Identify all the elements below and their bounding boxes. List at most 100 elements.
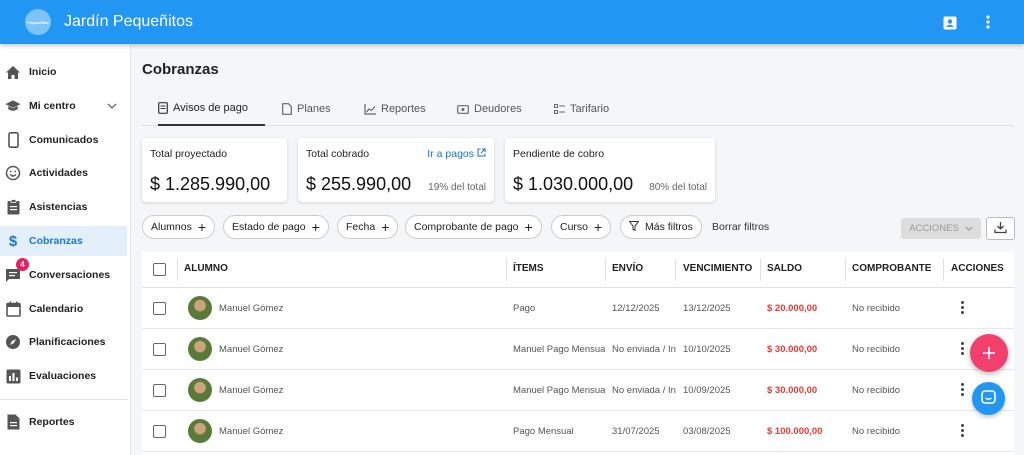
header-saldo[interactable]: SALDO	[767, 263, 802, 274]
header-envio[interactable]: ENVÍO	[612, 263, 643, 274]
download-icon	[994, 221, 1007, 237]
actions-label: ACCIONES	[909, 223, 959, 234]
row-checkbox[interactable]	[153, 425, 166, 438]
cell-student: Manuel Gómez	[219, 344, 284, 355]
cell-balance: $ 100.000,00	[767, 426, 823, 437]
clear-filters-button[interactable]: Borrar filtros	[712, 221, 769, 233]
ir-a-pagos-link[interactable]: Ir a pagos	[427, 148, 486, 160]
cell-due: 13/12/2025	[683, 303, 731, 314]
download-button[interactable]	[986, 217, 1015, 240]
more-filters-button[interactable]: Más filtros	[620, 215, 702, 239]
cell-receipt: No recibido	[852, 344, 901, 355]
row-more-icon[interactable]	[961, 342, 965, 355]
sidebar-item-label: Calendario	[29, 303, 84, 315]
money-icon	[457, 104, 469, 114]
sidebar-item-actividades[interactable]: Actividades	[0, 158, 127, 188]
contact-card-icon[interactable]	[942, 14, 958, 30]
tab-tarifario[interactable]: Tarifario	[554, 92, 609, 126]
sidebar-item-label: Conversaciones	[29, 269, 111, 281]
sidebar-item-calendario[interactable]: Calendario	[0, 294, 127, 324]
tab-avisos-de-pago[interactable]: Avisos de pago	[158, 92, 266, 126]
cell-receipt: No recibido	[852, 385, 901, 396]
sidebar-item-cobranzas[interactable]: $ Cobranzas	[0, 226, 127, 256]
card-pendiente-de-cobro: Pendiente de cobro $ 1.030.000,00 80% de…	[505, 138, 715, 202]
sidebar-item-inicio[interactable]: Inicio	[0, 57, 127, 87]
cell-items: Manuel Pago Mensual	[513, 344, 605, 355]
card-total-proyectado: Total proyectado $ 1.285.990,00	[142, 138, 287, 202]
tab-label: Tarifario	[570, 103, 610, 115]
sidebar-item-asistencias[interactable]: Asistencias	[0, 192, 127, 222]
row-checkbox[interactable]	[153, 302, 166, 315]
external-link-icon	[477, 148, 486, 160]
school-logo[interactable]: Pequeñitos	[25, 9, 51, 35]
table-row[interactable]: Manuel Gómez Pago Mensual 31/07/2025 03/…	[142, 411, 1014, 452]
cell-due: 10/09/2025	[683, 385, 731, 396]
cell-receipt: No recibido	[852, 303, 901, 314]
sidebar-item-comunicados[interactable]: Comunicados	[0, 125, 127, 155]
table-header: ALUMNO ÍTEMS ENVÍO VENCIMIENTO SALDO COM…	[142, 251, 1014, 288]
document-icon	[158, 102, 168, 114]
add-fab-button[interactable]	[970, 334, 1008, 372]
chip-label: Curso	[560, 221, 589, 233]
row-checkbox[interactable]	[153, 343, 166, 356]
filter-chip-alumnos[interactable]: Alumnos +	[142, 215, 216, 239]
table-row[interactable]: Manuel Gómez Pago 12/12/2025 13/12/2025 …	[142, 288, 1014, 329]
dollar-icon: $	[5, 233, 21, 249]
tabs-bar: Avisos de pago Planes Reportes Deudores …	[142, 92, 1014, 126]
filter-chip-estado-de-pago[interactable]: Estado de pago +	[223, 215, 329, 239]
header-items[interactable]: ÍTEMS	[513, 263, 544, 274]
card-label: Total proyectado	[150, 148, 228, 160]
cell-items: Manuel Pago Mensual	[513, 385, 605, 396]
logo-text: Pequeñitos	[27, 19, 49, 25]
actions-dropdown[interactable]: ACCIONES	[901, 218, 981, 239]
sidebar-item-reportes[interactable]: Reportes	[0, 407, 127, 437]
row-checkbox[interactable]	[153, 384, 166, 397]
chevron-down-icon[interactable]	[107, 100, 117, 112]
tab-label: Planes	[297, 103, 331, 115]
tab-reportes[interactable]: Reportes	[364, 92, 426, 126]
sidebar-item-label: Actividades	[29, 167, 88, 179]
filter-chip-fecha[interactable]: Fecha +	[337, 215, 399, 239]
column-divider	[760, 259, 761, 281]
more-vert-icon[interactable]	[980, 14, 996, 30]
phone-icon	[5, 132, 21, 148]
filter-chip-curso[interactable]: Curso +	[551, 215, 612, 239]
chip-label: Estado de pago	[232, 221, 306, 233]
plus-icon	[983, 342, 995, 365]
tab-label: Reportes	[381, 103, 426, 115]
smile-icon	[5, 165, 21, 181]
plus-icon: +	[594, 219, 603, 235]
sidebar-item-planificaciones[interactable]: Planificaciones	[0, 327, 127, 357]
filter-chip-comprobante[interactable]: Comprobante de pago +	[405, 215, 542, 239]
header-comprobante[interactable]: COMPROBANTE	[852, 263, 931, 274]
filter-icon	[628, 220, 640, 234]
row-more-icon[interactable]	[961, 383, 965, 396]
cell-items: Pago	[513, 303, 536, 314]
sidebar-divider	[0, 399, 127, 400]
cell-due: 03/08/2025	[683, 426, 731, 437]
sidebar-item-evaluaciones[interactable]: Evaluaciones	[0, 361, 127, 391]
header-vencimiento[interactable]: VENCIMIENTO	[683, 263, 752, 274]
sidebar-item-conversaciones[interactable]: 4 Conversaciones	[0, 258, 127, 290]
table-row[interactable]: Manuel Gómez Manuel Pago Mensual No envi…	[142, 370, 1014, 411]
support-chat-button[interactable]	[972, 382, 1005, 415]
card-value: $ 1.285.990,00	[150, 174, 271, 194]
tab-label: Avisos de pago	[173, 102, 249, 114]
cell-sent: No enviada / In	[612, 344, 676, 355]
table-row[interactable]: Manuel Gómez Manuel Pago Mensual No envi…	[142, 329, 1014, 370]
cell-sent: 12/12/2025	[612, 303, 660, 314]
row-more-icon[interactable]	[961, 301, 965, 314]
sidebar-item-mi-centro[interactable]: Mi centro	[0, 91, 127, 121]
plus-icon: +	[197, 219, 207, 235]
row-more-icon[interactable]	[961, 424, 965, 437]
cell-balance: $ 20.000,00	[767, 303, 818, 314]
select-all-checkbox[interactable]	[153, 263, 166, 276]
avatar	[188, 296, 212, 320]
card-percentage: 80% del total	[649, 182, 707, 193]
tab-deudores[interactable]: Deudores	[457, 92, 522, 126]
header-alumno[interactable]: ALUMNO	[184, 263, 228, 274]
header-acciones: ACCIONES	[951, 263, 1004, 274]
link-label: Ir a pagos	[427, 148, 474, 160]
tab-planes[interactable]: Planes	[282, 92, 331, 126]
sidebar-item-label: Inicio	[29, 66, 57, 78]
